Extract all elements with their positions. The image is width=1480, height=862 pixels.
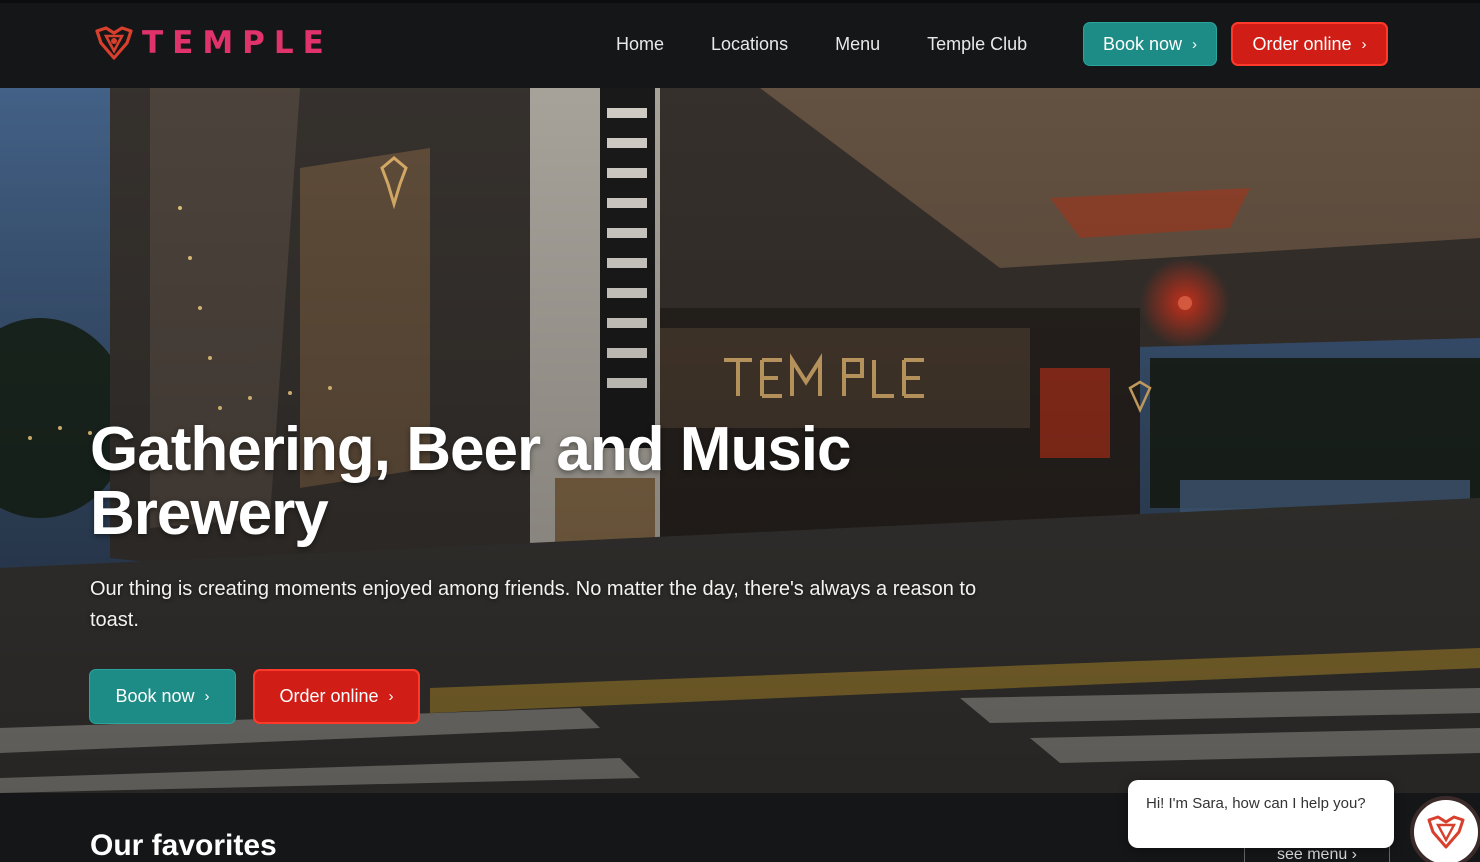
chat-greeting-bubble[interactable]: Hi! I'm Sara, how can I help you?: [1128, 780, 1394, 848]
hero-order-online-label: Order online: [279, 686, 379, 706]
nav-order-online-label: Order online: [1252, 33, 1352, 54]
nav-book-now-label: Book now: [1102, 33, 1183, 54]
see-menu-label: see menu: [1276, 846, 1348, 862]
temple-logo-icon: [95, 26, 133, 60]
hero-order-online-button[interactable]: Order online ›: [253, 669, 420, 724]
favorites-title: Our favorites: [90, 829, 277, 862]
chevron-right-icon: ›: [388, 688, 394, 705]
hero-title: Gathering, Beer and Music Brewery: [90, 418, 950, 546]
chat-greeting-text: Hi! I'm Sara, how can I help you?: [1146, 795, 1366, 812]
brand-wordmark: TEMPLE: [142, 25, 333, 61]
chevron-right-icon: ›: [1361, 35, 1367, 53]
nav-order-online-button[interactable]: Order online ›: [1231, 22, 1388, 66]
chevron-right-icon: ›: [1347, 846, 1358, 862]
nav-link-menu[interactable]: Menu: [835, 31, 880, 57]
top-navigation: TEMPLE Home Locations Menu Temple Club B…: [0, 0, 1480, 88]
nav-book-now-button[interactable]: Book now ›: [1083, 22, 1217, 66]
hero-title-line-2: Brewery: [90, 479, 329, 548]
chevron-right-icon: ›: [1192, 35, 1198, 53]
hero-section: Gathering, Beer and Music Brewery Our th…: [0, 88, 1480, 793]
hero-book-now-label: Book now: [115, 686, 195, 706]
nav-link-temple-club[interactable]: Temple Club: [927, 31, 1027, 57]
hero-subtitle: Our thing is creating moments enjoyed am…: [90, 578, 977, 631]
hero-title-line-1: Gathering, Beer and Music: [90, 415, 852, 484]
temple-logo-icon: [1427, 815, 1465, 849]
chat-launcher-button[interactable]: [1410, 796, 1480, 862]
nav-links: Home Locations Menu Temple Club: [616, 31, 1074, 57]
chevron-right-icon: ›: [204, 688, 210, 705]
brand-logo[interactable]: TEMPLE: [94, 25, 333, 61]
hero-book-now-button[interactable]: Book now ›: [89, 669, 236, 724]
nav-link-home[interactable]: Home: [616, 31, 664, 57]
nav-link-locations[interactable]: Locations: [711, 31, 788, 57]
